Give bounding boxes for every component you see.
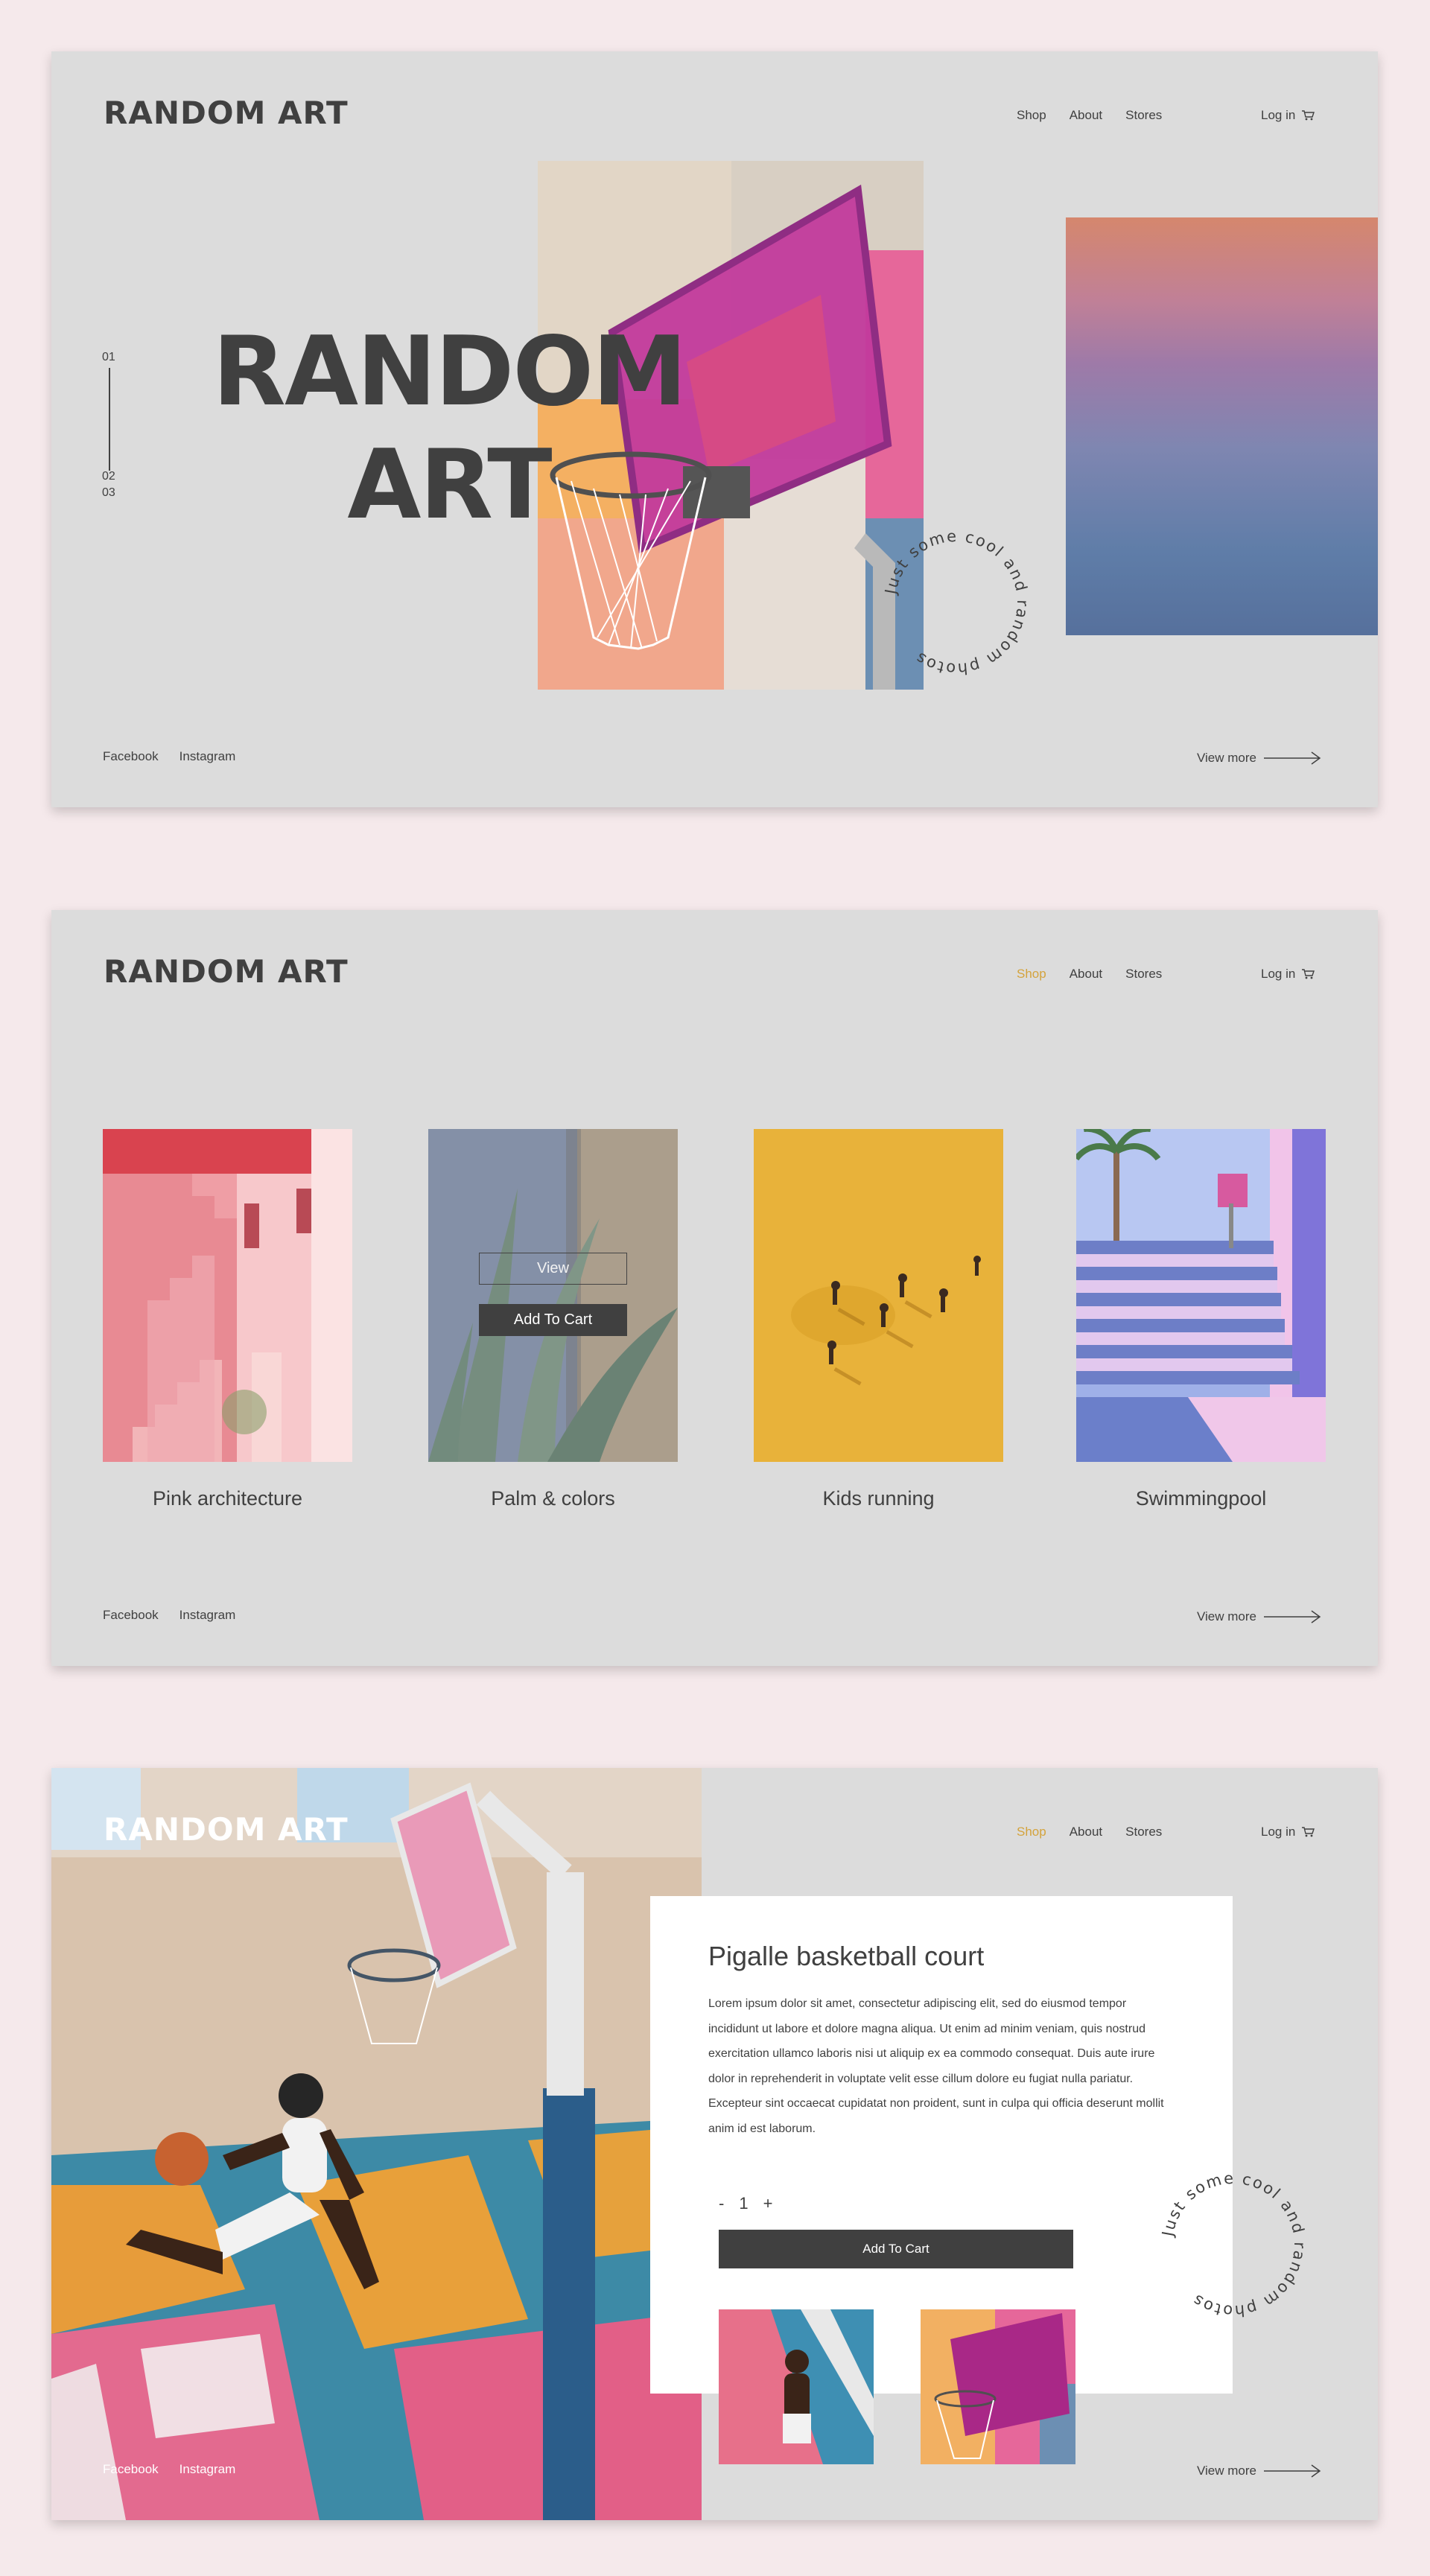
hero-panel: RANDOM ART Shop About Stores Log in 01 0… xyxy=(51,51,1378,807)
product-name[interactable]: Pink architecture xyxy=(103,1487,352,1510)
social-links: Facebook Instagram xyxy=(103,2462,235,2477)
arrow-right-icon xyxy=(1264,1610,1321,1623)
hero-title-line1: RANDOM xyxy=(212,317,687,427)
facebook-link[interactable]: Facebook xyxy=(103,749,159,764)
slide-number-1[interactable]: 01 xyxy=(102,349,115,366)
product-image-swimmingpool[interactable] xyxy=(1076,1129,1326,1462)
social-links: Facebook Instagram xyxy=(103,749,235,764)
product-name[interactable]: Palm & colors xyxy=(428,1487,678,1510)
facebook-link[interactable]: Facebook xyxy=(103,1608,159,1623)
view-more-label: View more xyxy=(1197,1609,1256,1623)
qty-minus-button[interactable]: - xyxy=(719,2194,724,2213)
arrow-right-icon xyxy=(1264,751,1321,765)
product-description: Lorem ipsum dolor sit amet, consectetur … xyxy=(708,1997,1164,2135)
nav-shop[interactable]: Shop xyxy=(1017,967,1046,982)
brand-logo[interactable]: RANDOM ART xyxy=(104,1811,349,1848)
instagram-link[interactable]: Instagram xyxy=(179,2462,236,2477)
arrow-right-icon xyxy=(1264,2464,1321,2478)
product-image-kids-running[interactable] xyxy=(754,1129,1003,1462)
view-button[interactable]: View xyxy=(479,1253,627,1285)
cart-icon[interactable] xyxy=(1301,968,1315,980)
product-name[interactable]: Kids running xyxy=(754,1487,1003,1510)
hero-side-image xyxy=(1066,217,1378,635)
product-card[interactable]: Swimmingpool xyxy=(1076,1129,1326,1510)
social-links: Facebook Instagram xyxy=(103,1608,235,1623)
main-nav: Shop About Stores xyxy=(1017,1825,1162,1839)
product-card[interactable]: Pink architecture xyxy=(103,1129,352,1510)
quantity-stepper: - 1 + xyxy=(719,2194,772,2213)
product-image-palm-colors[interactable]: View Add To Cart xyxy=(428,1129,678,1462)
qty-value[interactable]: 1 xyxy=(739,2194,748,2213)
hero-title: RANDOM ART xyxy=(211,316,687,542)
product-card[interactable]: View Add To Cart Palm & colors xyxy=(428,1129,678,1510)
login-link[interactable]: Log in xyxy=(1261,108,1315,123)
slide-progress-line xyxy=(109,368,110,471)
shop-panel: RANDOM ART Shop About Stores Log in Pink… xyxy=(51,910,1378,1666)
view-more-link[interactable]: View more xyxy=(1197,2463,1322,2479)
main-nav: Shop About Stores xyxy=(1017,967,1162,982)
svg-text:Just some cool and random phot: Just some cool and random photos xyxy=(1158,2169,1309,2321)
thumbnail-player[interactable] xyxy=(719,2309,874,2464)
view-more-link[interactable]: View more xyxy=(1197,750,1322,766)
slide-number-3[interactable]: 03 xyxy=(102,485,115,501)
nav-about[interactable]: About xyxy=(1070,1825,1102,1839)
nav-stores[interactable]: Stores xyxy=(1125,108,1162,123)
nav-shop[interactable]: Shop xyxy=(1017,108,1046,123)
instagram-link[interactable]: Instagram xyxy=(179,1608,236,1623)
facebook-link[interactable]: Facebook xyxy=(103,2462,159,2477)
product-detail-panel: RANDOM ART Shop About Stores Log in Piga… xyxy=(51,1768,1378,2520)
brand-logo[interactable]: RANDOM ART xyxy=(104,953,349,990)
nav-about[interactable]: About xyxy=(1070,108,1102,123)
main-nav: Shop About Stores xyxy=(1017,108,1162,123)
nav-stores[interactable]: Stores xyxy=(1125,967,1162,982)
view-more-label: View more xyxy=(1197,751,1256,765)
circle-tagline: Just some cool and random photos xyxy=(1158,2169,1309,2321)
cart-icon[interactable] xyxy=(1301,109,1315,121)
slide-number-2[interactable]: 02 xyxy=(102,468,115,485)
product-hero-image xyxy=(51,1768,702,2520)
login-link[interactable]: Log in xyxy=(1261,1825,1315,1839)
login-label: Log in xyxy=(1261,967,1296,981)
nav-shop[interactable]: Shop xyxy=(1017,1825,1046,1839)
login-label: Log in xyxy=(1261,108,1296,122)
view-more-link[interactable]: View more xyxy=(1197,1609,1322,1625)
product-title: Pigalle basketball court xyxy=(708,1941,985,1971)
circle-tagline: Just some cool and random photos xyxy=(881,527,1032,678)
brand-logo[interactable]: RANDOM ART xyxy=(104,95,349,131)
nav-stores[interactable]: Stores xyxy=(1125,1825,1162,1839)
product-image-pink-architecture[interactable] xyxy=(103,1129,352,1462)
login-link[interactable]: Log in xyxy=(1261,967,1315,982)
qty-plus-button[interactable]: + xyxy=(763,2194,773,2213)
add-to-cart-button[interactable]: Add To Cart xyxy=(719,2230,1073,2268)
view-more-label: View more xyxy=(1197,2464,1256,2478)
nav-about[interactable]: About xyxy=(1070,967,1102,982)
product-name[interactable]: Swimmingpool xyxy=(1076,1487,1326,1510)
login-label: Log in xyxy=(1261,1825,1296,1839)
product-card[interactable]: Kids running xyxy=(754,1129,1003,1510)
add-to-cart-button[interactable]: Add To Cart xyxy=(479,1304,627,1336)
svg-text:Just some cool and random phot: Just some cool and random photos xyxy=(881,527,1032,678)
hero-title-line2: ART xyxy=(347,430,552,541)
instagram-link[interactable]: Instagram xyxy=(179,749,236,764)
cart-icon[interactable] xyxy=(1301,1826,1315,1838)
thumbnail-hoop[interactable] xyxy=(921,2309,1075,2464)
